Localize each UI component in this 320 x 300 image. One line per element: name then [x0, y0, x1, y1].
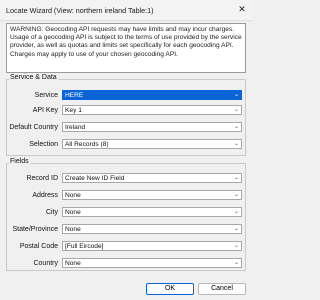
state-province-value: None [65, 226, 81, 233]
default-country-label: Default Country [9, 124, 58, 131]
service-data-heading: Service & Data [9, 74, 58, 81]
city-value: None [65, 209, 81, 216]
default-country-select[interactable]: Ireland ⌄ [62, 122, 242, 132]
record-id-select[interactable]: Create New ID Field ⌄ [62, 173, 242, 183]
chevron-down-icon: ⌄ [233, 260, 239, 266]
record-id-value: Create New ID Field [65, 175, 125, 182]
cancel-button[interactable]: Cancel [198, 283, 246, 295]
chevron-down-icon: ⌄ [233, 92, 239, 98]
chevron-down-icon: ⌄ [233, 175, 239, 181]
api-key-label: API Key [32, 107, 58, 114]
selection-value: All Records (8) [65, 141, 109, 148]
record-id-label: Record ID [26, 175, 58, 182]
country-select[interactable]: None ⌄ [62, 258, 242, 268]
postal-code-value: [Full Eircode] [65, 243, 104, 250]
selection-label: Selection [29, 141, 58, 148]
api-key-value: Key 1 [65, 107, 82, 114]
service-value: HERE [65, 92, 84, 99]
chevron-down-icon: ⌄ [233, 243, 239, 249]
address-label: Address [32, 192, 58, 199]
country-label: Country [33, 260, 58, 267]
city-label: City [45, 209, 58, 216]
chevron-down-icon: ⌄ [233, 107, 239, 113]
state-province-select[interactable]: None ⌄ [62, 224, 242, 234]
service-label: Service [34, 92, 58, 99]
chevron-down-icon: ⌄ [233, 209, 239, 215]
chevron-down-icon: ⌄ [233, 226, 239, 232]
warning-text: WARNING: Geocoding API requests may have… [6, 23, 246, 73]
chevron-down-icon: ⌄ [233, 192, 239, 198]
chevron-down-icon: ⌄ [233, 124, 239, 130]
close-icon[interactable]: ✕ [236, 3, 248, 15]
fields-heading: Fields [9, 158, 30, 165]
country-value: None [65, 260, 81, 267]
api-key-select[interactable]: Key 1 ⌄ [62, 105, 242, 115]
city-select[interactable]: None ⌄ [62, 207, 242, 217]
ok-button[interactable]: OK [146, 283, 194, 295]
postal-code-select[interactable]: [Full Eircode] ⌄ [62, 241, 242, 251]
postal-code-label: Postal Code [19, 243, 58, 250]
chevron-down-icon: ⌄ [233, 141, 239, 147]
service-select[interactable]: HERE ⌄ [62, 90, 242, 100]
window-title: Locate Wizard (View: northern ireland Ta… [6, 6, 154, 15]
address-value: None [65, 192, 81, 199]
address-select[interactable]: None ⌄ [62, 190, 242, 200]
state-province-label: State/Province [12, 226, 58, 233]
selection-select[interactable]: All Records (8) ⌄ [62, 139, 242, 149]
default-country-value: Ireland [65, 124, 86, 131]
